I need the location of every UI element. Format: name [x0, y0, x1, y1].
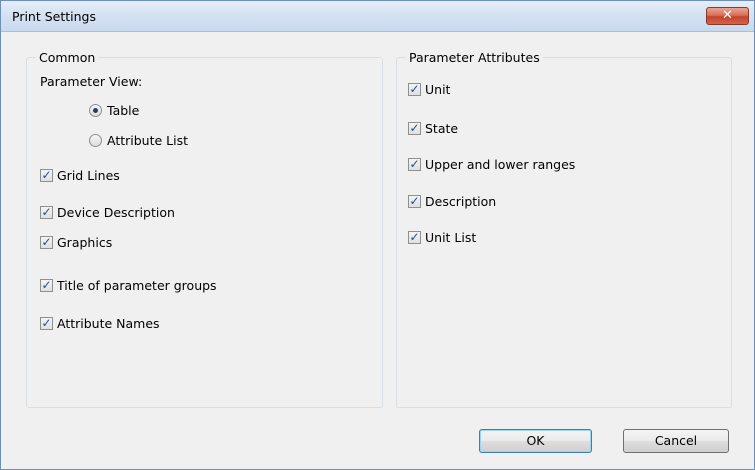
- radio-button-icon[interactable]: [89, 133, 102, 147]
- checkbox-unit[interactable]: ✓ Unit: [408, 80, 450, 98]
- radio-attribute-list-label[interactable]: Attribute List: [107, 133, 188, 148]
- grid-lines-label[interactable]: Grid Lines: [57, 168, 120, 183]
- close-icon: ✕: [722, 8, 733, 23]
- checkbox-unit-list[interactable]: ✓ Unit List: [408, 228, 476, 246]
- graphics-label[interactable]: Graphics: [57, 235, 112, 250]
- radio-table[interactable]: Table: [89, 101, 139, 119]
- parameter-attributes-group: Parameter Attributes ✓ Unit ✓ State ✓ Up…: [396, 50, 732, 408]
- checkbox-icon[interactable]: ✓: [408, 193, 421, 208]
- state-label[interactable]: State: [425, 121, 458, 136]
- checkbox-icon[interactable]: ✓: [408, 81, 421, 96]
- title-bar[interactable]: Print Settings ✕: [1, 1, 754, 32]
- unit-label[interactable]: Unit: [425, 82, 450, 97]
- check-mark-icon: ✓: [409, 193, 420, 208]
- checkbox-icon[interactable]: ✓: [40, 234, 53, 249]
- check-mark-icon: ✓: [41, 234, 52, 249]
- checkbox-state[interactable]: ✓ State: [408, 119, 458, 137]
- check-mark-icon: ✓: [409, 156, 420, 171]
- dialog-title: Print Settings: [12, 9, 96, 24]
- close-button[interactable]: ✕: [706, 7, 749, 25]
- checkbox-title-of-parameter-groups[interactable]: ✓ Title of parameter groups: [40, 276, 217, 294]
- checkbox-icon[interactable]: ✓: [40, 277, 53, 292]
- parameter-view-label-row: Parameter View:: [40, 72, 142, 90]
- checkbox-description[interactable]: ✓ Description: [408, 192, 496, 210]
- title-of-parameter-groups-label[interactable]: Title of parameter groups: [57, 278, 217, 293]
- radio-selected-dot: [93, 107, 98, 113]
- check-mark-icon: ✓: [409, 229, 420, 244]
- checkbox-upper-and-lower-ranges[interactable]: ✓ Upper and lower ranges: [408, 155, 575, 173]
- device-description-label[interactable]: Device Description: [57, 205, 175, 220]
- attribute-names-label[interactable]: Attribute Names: [57, 316, 160, 331]
- checkbox-attribute-names[interactable]: ✓ Attribute Names: [40, 314, 160, 332]
- check-mark-icon: ✓: [41, 315, 52, 330]
- checkbox-device-description[interactable]: ✓ Device Description: [40, 203, 175, 221]
- check-mark-icon: ✓: [409, 81, 420, 96]
- checkbox-icon[interactable]: ✓: [408, 229, 421, 244]
- radio-table-label[interactable]: Table: [107, 103, 139, 118]
- checkbox-icon[interactable]: ✓: [408, 120, 421, 135]
- check-mark-icon: ✓: [41, 204, 52, 219]
- checkbox-icon[interactable]: ✓: [40, 204, 53, 219]
- checkbox-icon[interactable]: ✓: [40, 315, 53, 330]
- checkbox-icon[interactable]: ✓: [408, 156, 421, 171]
- radio-button-icon[interactable]: [89, 103, 102, 117]
- radio-attribute-list[interactable]: Attribute List: [89, 131, 188, 149]
- check-mark-icon: ✓: [41, 167, 52, 182]
- parameter-attributes-group-title: Parameter Attributes: [406, 50, 543, 65]
- check-mark-icon: ✓: [41, 277, 52, 292]
- description-label[interactable]: Description: [425, 194, 496, 209]
- print-settings-dialog: Print Settings ✕ Common Parameter View: …: [0, 0, 755, 470]
- upper-and-lower-ranges-label[interactable]: Upper and lower ranges: [425, 157, 575, 172]
- common-group: Common Parameter View: Table Attribute L…: [26, 50, 383, 408]
- common-group-title: Common: [36, 50, 99, 65]
- check-mark-icon: ✓: [409, 120, 420, 135]
- checkbox-icon[interactable]: ✓: [40, 167, 53, 182]
- cancel-button[interactable]: Cancel: [623, 429, 729, 453]
- ok-button[interactable]: OK: [479, 429, 592, 453]
- checkbox-graphics[interactable]: ✓ Graphics: [40, 233, 112, 251]
- unit-list-label[interactable]: Unit List: [425, 230, 476, 245]
- checkbox-grid-lines[interactable]: ✓ Grid Lines: [40, 166, 120, 184]
- parameter-view-label: Parameter View:: [40, 73, 143, 89]
